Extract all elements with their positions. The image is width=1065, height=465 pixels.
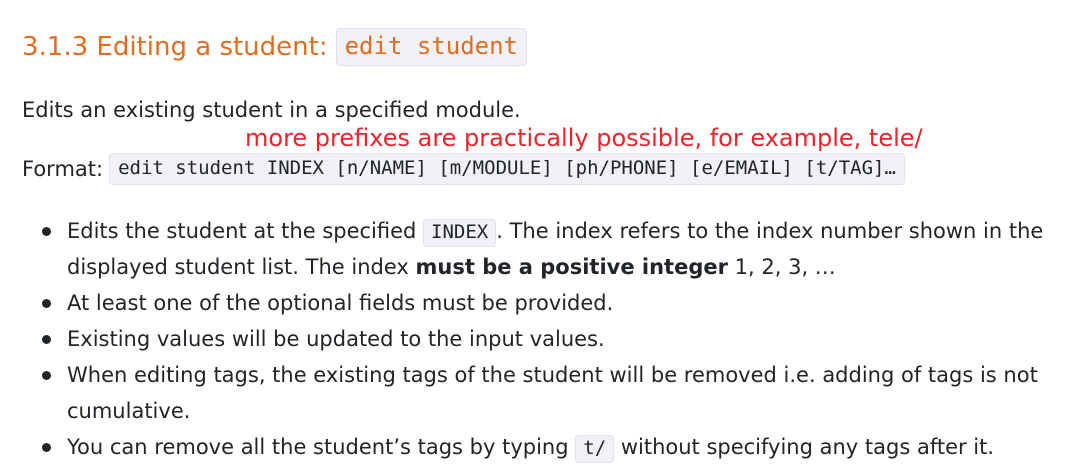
command-code: edit student [335,28,527,66]
list-item: Edits the student at the specified INDEX… [40,213,1050,285]
bullet-icon [42,443,51,452]
list-item-text: displayed student list. The index [67,255,409,279]
handwritten-annotation: more prefixes are practically possible, … [245,124,923,152]
tag-prefix-code: t/ [575,435,615,463]
section-heading: 3.1.3 Editing a student: edit student [22,28,527,66]
documentation-section: 3.1.3 Editing a student: edit student Ed… [0,0,1065,465]
list-item-text: When editing tags, the existing tags of … [67,363,1038,387]
bullet-icon [42,371,51,380]
list-item-text: 1, 2, 3, … [734,255,836,279]
list-item-text: cumulative. [67,399,191,423]
list-item: At least one of the optional fields must… [40,285,1050,321]
index-code: INDEX [423,219,497,247]
usage-notes-list: Edits the student at the specified INDEX… [40,213,1050,465]
list-item: When editing tags, the existing tags of … [40,357,1050,429]
bullet-icon [42,227,51,236]
list-item-text: Existing values will be updated to the i… [67,327,605,351]
list-item-line: Edits the student at the specified INDEX… [67,219,1044,247]
format-code: edit student INDEX [n/NAME] [m/MODULE] [… [109,153,905,185]
list-item: Existing values will be updated to the i… [40,321,1050,357]
format-line: Format: edit student INDEX [n/NAME] [m/M… [22,153,905,185]
list-item-text: You can remove all the student’s tags by… [67,435,569,459]
list-item-text: without specifying any tags after it. [620,435,995,459]
list-item-text: At least one of the optional fields must… [67,291,614,315]
intro-paragraph: Edits an existing student in a specified… [22,98,521,122]
list-item: You can remove all the student’s tags by… [40,429,1050,465]
format-label: Format: [22,156,104,181]
list-item-text: . The index refers to the index number s… [496,219,1044,243]
emphasis-text: must be a positive integer [415,255,728,279]
list-item-text: Edits the student at the specified [67,219,417,243]
bullet-icon [42,299,51,308]
bullet-icon [42,335,51,344]
section-heading-text: 3.1.3 Editing a student: [22,31,328,62]
list-item-line: displayed student list. The index must b… [67,249,1050,285]
